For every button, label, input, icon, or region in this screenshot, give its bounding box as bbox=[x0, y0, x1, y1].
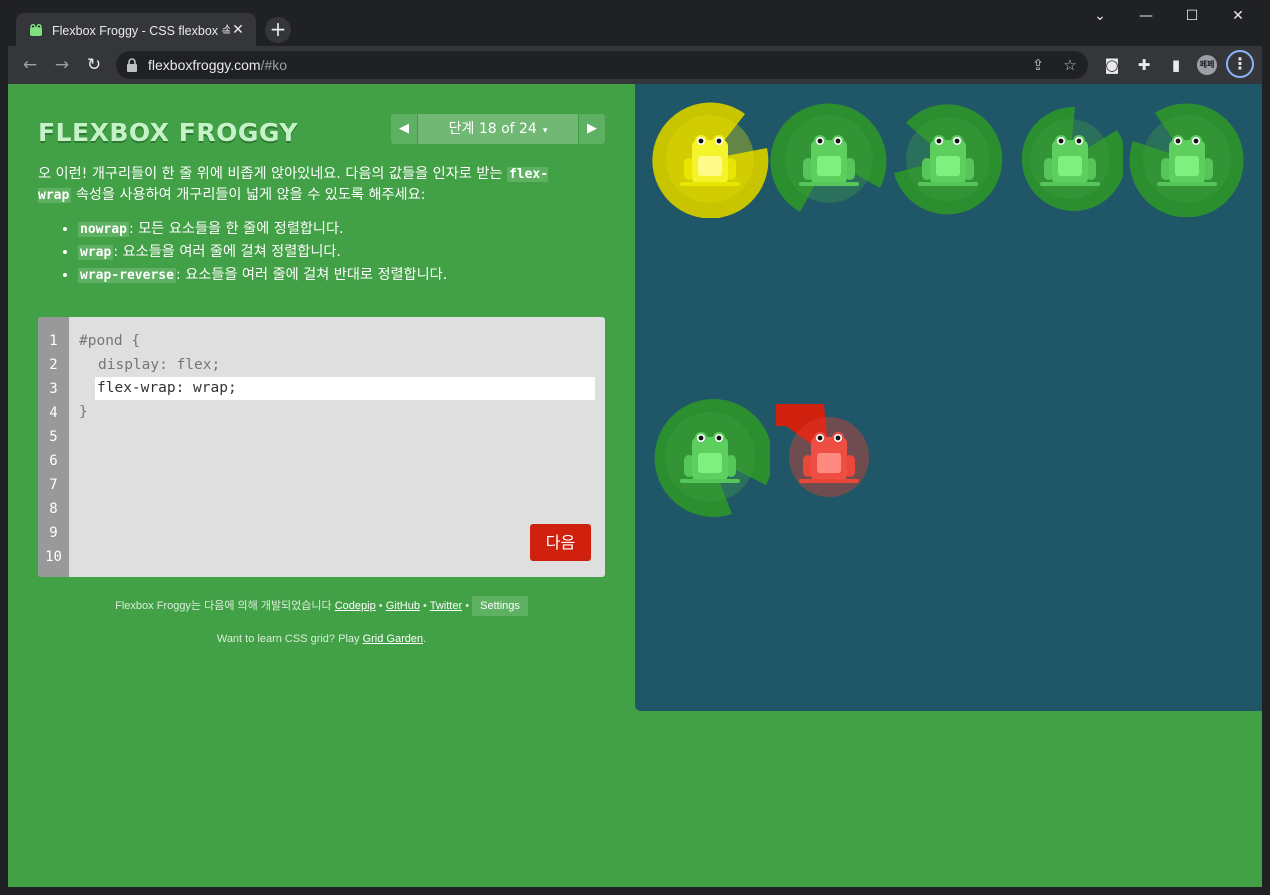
settings-button[interactable]: Settings bbox=[472, 596, 528, 616]
line-number: 5 bbox=[49, 429, 58, 445]
grid-garden-link[interactable]: Grid Garden bbox=[363, 633, 424, 645]
css-code-input[interactable]: flex-wrap: wrap; bbox=[95, 377, 595, 400]
pond bbox=[635, 84, 1262, 711]
close-window-button[interactable]: ✕ bbox=[1215, 6, 1261, 26]
sidebar: FLEXBOX FROGGY ◀ 단계 18 of 24 ▾ ▶ 오 이런! 개구… bbox=[38, 84, 605, 887]
green-frog-icon bbox=[799, 135, 859, 186]
green-frog-icon bbox=[918, 135, 978, 186]
intro-text-1: 오 이런! 개구리들이 한 줄 위에 비좁게 앉아있네요. 다음의 값들을 인자… bbox=[38, 166, 507, 182]
tab-close-icon[interactable]: ✕ bbox=[230, 22, 246, 38]
code-line: #pond { bbox=[79, 333, 141, 349]
share-icon[interactable]: ⇪ bbox=[1030, 56, 1046, 74]
option-code[interactable]: wrap bbox=[78, 245, 114, 260]
level-selector: ◀ 단계 18 of 24 ▾ ▶ bbox=[391, 114, 605, 144]
bookmark-star-icon[interactable]: ☆ bbox=[1062, 56, 1078, 74]
line-number: 3 bbox=[49, 381, 58, 397]
code-line: } bbox=[79, 404, 88, 420]
camera-extension-icon[interactable]: ◙ bbox=[1103, 56, 1121, 74]
code-editor: 1 2 3 4 5 6 7 8 9 10 #pond { display: fl… bbox=[38, 317, 605, 577]
options-list: nowrap: 모든 요소들을 한 줄에 정렬합니다. wrap: 요소들을 여… bbox=[38, 218, 578, 287]
line-number: 7 bbox=[49, 477, 58, 493]
next-button[interactable]: 다음 bbox=[530, 524, 591, 561]
code-line: display: flex; bbox=[98, 357, 221, 373]
instructions: 오 이런! 개구리들이 한 줄 위에 비좁게 앉아있네요. 다음의 값들을 인자… bbox=[38, 164, 578, 287]
back-arrow-icon[interactable]: ← bbox=[18, 54, 42, 76]
level-indicator[interactable]: 단계 18 of 24 ▾ bbox=[418, 114, 578, 144]
credits: Flexbox Froggy는 다음에 의해 개발되었습니다 Codepip •… bbox=[38, 596, 605, 616]
frog-favicon-icon bbox=[30, 23, 42, 36]
line-number: 6 bbox=[49, 453, 58, 469]
line-number: 9 bbox=[49, 525, 58, 541]
line-number: 8 bbox=[49, 501, 58, 517]
separator: • bbox=[378, 600, 383, 612]
url-host: flexboxfroggy.com bbox=[148, 57, 261, 73]
codepip-link[interactable]: Codepip bbox=[335, 600, 376, 612]
page-content: FLEXBOX FROGGY ◀ 단계 18 of 24 ▾ ▶ 오 이런! 개구… bbox=[8, 84, 1262, 887]
browser-menu-icon[interactable]: ⋮ bbox=[1226, 50, 1254, 78]
dropdown-caret-icon: ▾ bbox=[542, 126, 548, 136]
green-frog-icon bbox=[1157, 135, 1217, 186]
grid-note-suffix: . bbox=[423, 633, 427, 645]
red-frog-icon bbox=[799, 432, 859, 483]
browser-tab[interactable]: Flexbox Froggy - CSS flexbox 속 ✕ bbox=[16, 13, 256, 46]
minimize-button[interactable]: — bbox=[1123, 6, 1169, 26]
code-area: #pond { display: flex; flex-wrap: wrap; … bbox=[79, 329, 595, 424]
separator: • bbox=[423, 600, 427, 612]
tab-search-icon[interactable]: ⌄ bbox=[1077, 6, 1123, 26]
instructions-intro: 오 이런! 개구리들이 한 줄 위에 비좁게 앉아있네요. 다음의 값들을 인자… bbox=[38, 164, 578, 206]
tab-title: Flexbox Froggy - CSS flexbox 속 bbox=[52, 24, 230, 38]
yellow-frog-icon bbox=[680, 135, 740, 186]
browser-window: Flexbox Froggy - CSS flexbox 속 ✕ + ⌄ — ☐… bbox=[8, 0, 1262, 887]
tab-strip: Flexbox Froggy - CSS flexbox 속 ✕ + ⌄ — ☐… bbox=[8, 0, 1262, 46]
option-code[interactable]: wrap-reverse bbox=[78, 268, 176, 283]
grid-note-text: Want to learn CSS grid? Play bbox=[216, 633, 363, 645]
browser-toolbar: ← → ↻ flexboxfroggy.com/#ko ⇪ ☆ ◙ ✚ ▮ 페페… bbox=[8, 46, 1262, 84]
url-path: /#ko bbox=[260, 57, 288, 73]
level-indicator-text: 단계 18 of 24 bbox=[448, 121, 537, 137]
line-number: 2 bbox=[49, 357, 58, 373]
green-frog-icon bbox=[1040, 135, 1100, 186]
intro-text-2: 속성을 사용하여 개구리들이 넓게 앉을 수 있도록 해주세요: bbox=[71, 187, 426, 203]
profile-avatar[interactable]: 페페 bbox=[1197, 55, 1217, 75]
line-numbers: 1 2 3 4 5 6 7 8 9 10 bbox=[38, 317, 69, 577]
new-tab-button[interactable]: + bbox=[265, 17, 291, 43]
prev-level-arrow-icon[interactable]: ◀ bbox=[391, 114, 417, 144]
side-panel-icon[interactable]: ▮ bbox=[1167, 56, 1185, 74]
credits-text: Flexbox Froggy는 다음에 의해 개발되었습니다 bbox=[115, 600, 332, 612]
grid-garden-note: Want to learn CSS grid? Play Grid Garden… bbox=[38, 633, 605, 645]
line-number: 1 bbox=[49, 333, 58, 349]
address-bar[interactable]: flexboxfroggy.com/#ko ⇪ ☆ bbox=[116, 51, 1088, 79]
lock-icon bbox=[127, 58, 137, 72]
separator: • bbox=[465, 600, 470, 612]
green-frog-icon bbox=[680, 432, 740, 483]
option-desc: : 요소들을 여러 줄에 걸쳐 정렬합니다. bbox=[113, 244, 341, 260]
forward-arrow-icon[interactable]: → bbox=[50, 54, 74, 76]
reload-icon[interactable]: ↻ bbox=[82, 54, 106, 76]
twitter-link[interactable]: Twitter bbox=[430, 600, 462, 612]
github-link[interactable]: GitHub bbox=[386, 600, 420, 612]
list-item: wrap: 요소들을 여러 줄에 걸쳐 정렬합니다. bbox=[78, 241, 578, 264]
option-code[interactable]: nowrap bbox=[78, 222, 129, 237]
maximize-button[interactable]: ☐ bbox=[1169, 6, 1215, 26]
next-level-arrow-icon[interactable]: ▶ bbox=[579, 114, 605, 144]
list-item: wrap-reverse: 요소들을 여러 줄에 걸쳐 반대로 정렬합니다. bbox=[78, 264, 578, 287]
option-desc: : 모든 요소들을 한 줄에 정렬합니다. bbox=[128, 221, 344, 237]
option-desc: : 요소들을 여러 줄에 걸쳐 반대로 정렬합니다. bbox=[175, 267, 448, 283]
extensions-puzzle-icon[interactable]: ✚ bbox=[1135, 56, 1153, 74]
line-number: 4 bbox=[49, 405, 58, 421]
page-logo: FLEXBOX FROGGY bbox=[38, 118, 298, 147]
line-number: 10 bbox=[45, 549, 62, 565]
url-text: flexboxfroggy.com/#ko bbox=[148, 57, 1014, 73]
list-item: nowrap: 모든 요소들을 한 줄에 정렬합니다. bbox=[78, 218, 578, 241]
